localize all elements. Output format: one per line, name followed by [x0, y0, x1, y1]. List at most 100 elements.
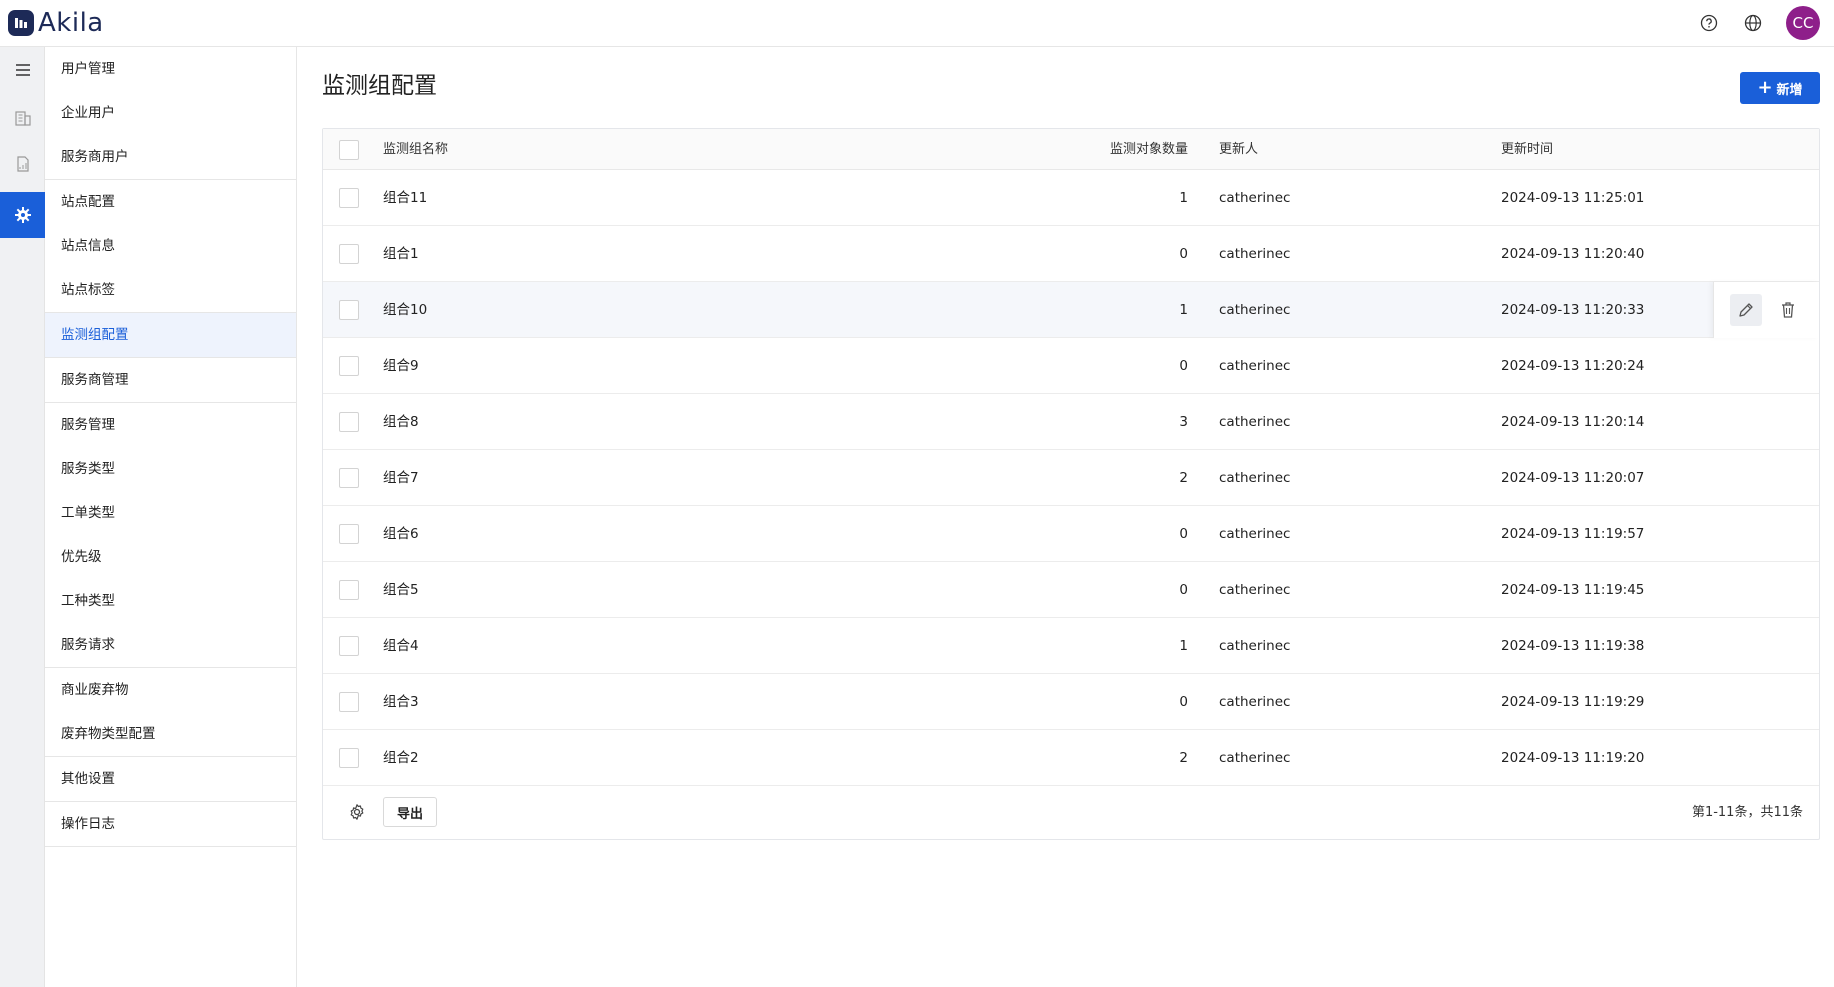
cell-updated-at: 2024-09-13 11:25:01: [1501, 190, 1645, 206]
cell-object-count: 0: [1179, 358, 1188, 374]
cell-group-name: 组合5: [383, 582, 419, 598]
sidebar-item-other-settings[interactable]: 其他设置: [45, 757, 296, 801]
sidebar-item-user-management[interactable]: 用户管理: [45, 47, 296, 91]
table-row[interactable]: 组合9 0 catherinec 2024-09-13 11:20:24: [323, 338, 1819, 394]
sidebar-item-work-order-types[interactable]: 工单类型: [45, 491, 296, 535]
add-button[interactable]: + 新增: [1740, 72, 1820, 104]
cell-updated-at: 2024-09-13 11:19:20: [1501, 750, 1645, 766]
cell-object-count: 2: [1179, 750, 1188, 766]
cell-updated-at: 2024-09-13 11:19:45: [1501, 582, 1645, 598]
cell-updater: catherinec: [1219, 582, 1291, 598]
sidebar-item-trade-types[interactable]: 工种类型: [45, 579, 296, 623]
delete-button[interactable]: [1772, 294, 1804, 326]
sidebar-item-service-requests[interactable]: 服务请求: [45, 623, 296, 667]
cell-updated-at: 2024-09-13 11:19:57: [1501, 526, 1645, 542]
monitor-group-table: 监测组名称 监测对象数量 更新人 更新时间 组合11 1 catherinec 202…: [322, 128, 1820, 840]
table-settings-icon[interactable]: [345, 800, 369, 824]
cell-updated-at: 2024-09-13 11:20:14: [1501, 414, 1645, 430]
cell-updater: catherinec: [1219, 526, 1291, 542]
table-row[interactable]: 组合2 2 catherinec 2024-09-13 11:19:20: [323, 730, 1819, 786]
sidebar-item-service-management[interactable]: 服务管理: [45, 403, 296, 447]
sidebar-item-priority[interactable]: 优先级: [45, 535, 296, 579]
cell-updater: catherinec: [1219, 358, 1291, 374]
sidebar-item-provider-management[interactable]: 服务商管理: [45, 358, 296, 402]
sidebar-item-monitor-group-config[interactable]: 监测组配置: [45, 313, 296, 357]
cell-group-name: 组合10: [383, 302, 428, 318]
settings-gear-icon[interactable]: [0, 192, 45, 238]
sidebar-item-waste-type-config[interactable]: 废弃物类型配置: [45, 712, 296, 756]
cell-updater: catherinec: [1219, 302, 1291, 318]
menu-toggle-icon[interactable]: [0, 47, 45, 93]
menu-group-users: 用户管理 企业用户 服务商用户: [45, 47, 296, 180]
cell-updated-at: 2024-09-13 11:20:33: [1501, 302, 1645, 318]
menu-group-logs: 操作日志: [45, 802, 296, 847]
table-row[interactable]: 组合1 0 catherinec 2024-09-13 11:20:40: [323, 226, 1819, 282]
cell-updater: catherinec: [1219, 414, 1291, 430]
table-footer: 导出 第1-11条，共11条: [323, 786, 1819, 840]
table-row[interactable]: 组合7 2 catherinec 2024-09-13 11:20:07: [323, 450, 1819, 506]
column-header-name[interactable]: 监测组名称: [383, 129, 448, 170]
cell-group-name: 组合8: [383, 414, 419, 430]
row-checkbox[interactable]: [339, 636, 359, 656]
cell-group-name: 组合4: [383, 638, 419, 654]
cell-updated-at: 2024-09-13 11:20:07: [1501, 470, 1645, 486]
sidebar-item-enterprise-users[interactable]: 企业用户: [45, 91, 296, 135]
globe-icon[interactable]: [1742, 12, 1764, 34]
table-row[interactable]: 组合11 1 catherinec 2024-09-13 11:25:01: [323, 170, 1819, 226]
edit-button[interactable]: [1730, 294, 1762, 326]
cell-updater: catherinec: [1219, 750, 1291, 766]
help-icon[interactable]: [1698, 12, 1720, 34]
row-checkbox[interactable]: [339, 748, 359, 768]
sidebar-item-commercial-waste[interactable]: 商业废弃物: [45, 668, 296, 712]
table-row[interactable]: 组合10 1 catherinec 2024-09-13 11:20:33: [323, 282, 1819, 338]
table-header: 监测组名称 监测对象数量 更新人 更新时间: [323, 129, 1819, 170]
table-row[interactable]: 组合4 1 catherinec 2024-09-13 11:19:38: [323, 618, 1819, 674]
cell-updater: catherinec: [1219, 246, 1291, 262]
row-checkbox[interactable]: [339, 524, 359, 544]
edit-icon: [1739, 303, 1753, 317]
table-row[interactable]: 组合8 3 catherinec 2024-09-13 11:20:14: [323, 394, 1819, 450]
cell-object-count: 0: [1179, 582, 1188, 598]
icon-rail: [0, 47, 45, 987]
menu-group-monitoring: 监测组配置: [45, 313, 296, 358]
cell-object-count: 1: [1179, 302, 1188, 318]
cell-group-name: 组合3: [383, 694, 419, 710]
table-row[interactable]: 组合6 0 catherinec 2024-09-13 11:19:57: [323, 506, 1819, 562]
select-all-checkbox[interactable]: [339, 140, 359, 160]
row-checkbox[interactable]: [339, 580, 359, 600]
column-header-updated-at[interactable]: 更新时间: [1501, 129, 1553, 170]
logo-mark-icon: [8, 10, 34, 36]
row-checkbox[interactable]: [339, 412, 359, 432]
column-header-count[interactable]: 监测对象数量: [1068, 129, 1188, 170]
sidebar-item-operation-logs[interactable]: 操作日志: [45, 802, 296, 846]
column-header-updater[interactable]: 更新人: [1219, 129, 1258, 170]
add-button-label: 新增: [1776, 82, 1803, 98]
cell-group-name: 组合1: [383, 246, 419, 262]
sidebar: 用户管理 企业用户 服务商用户 站点配置 站点信息 站点标签 监测组配置 服务商…: [45, 47, 297, 987]
sidebar-item-site-config[interactable]: 站点配置: [45, 180, 296, 224]
sidebar-item-service-types[interactable]: 服务类型: [45, 447, 296, 491]
report-icon[interactable]: [0, 141, 45, 187]
cell-object-count: 3: [1179, 414, 1188, 430]
row-checkbox[interactable]: [339, 468, 359, 488]
row-checkbox[interactable]: [339, 188, 359, 208]
building-icon[interactable]: [0, 95, 45, 141]
menu-group-services: 服务管理 服务类型 工单类型 优先级 工种类型 服务请求: [45, 403, 296, 668]
row-checkbox[interactable]: [339, 356, 359, 376]
table-row[interactable]: 组合3 0 catherinec 2024-09-13 11:19:29: [323, 674, 1819, 730]
table-row[interactable]: 组合5 0 catherinec 2024-09-13 11:19:45: [323, 562, 1819, 618]
row-checkbox[interactable]: [339, 692, 359, 712]
cell-group-name: 组合6: [383, 526, 419, 542]
sidebar-item-site-tags[interactable]: 站点标签: [45, 268, 296, 312]
trash-icon: [1782, 302, 1794, 318]
sidebar-item-site-info[interactable]: 站点信息: [45, 224, 296, 268]
row-checkbox[interactable]: [339, 300, 359, 320]
sidebar-item-provider-users[interactable]: 服务商用户: [45, 135, 296, 179]
row-checkbox[interactable]: [339, 244, 359, 264]
export-button[interactable]: 导出: [383, 797, 437, 827]
row-actions: [1713, 282, 1819, 338]
page-title: 监测组配置: [322, 73, 437, 99]
cell-object-count: 1: [1179, 190, 1188, 206]
avatar[interactable]: CC: [1786, 6, 1820, 40]
app-logo[interactable]: Akila: [8, 8, 104, 38]
